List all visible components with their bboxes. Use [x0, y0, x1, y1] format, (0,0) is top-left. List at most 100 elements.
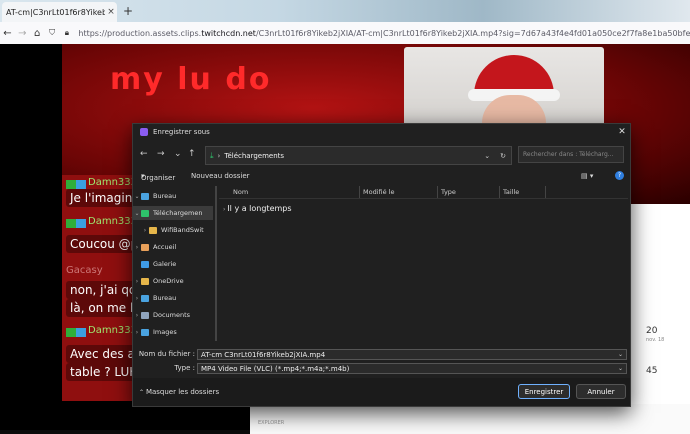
filename-field[interactable]: AT-cm C3nrLt01f6r8Yikeb2jXIA.mp4 ⌄	[197, 349, 627, 360]
folder-icon	[141, 277, 149, 285]
chevron-icon[interactable]: ›	[133, 329, 141, 336]
path-current: Téléchargements	[224, 151, 285, 160]
save-button[interactable]: Enregistrer	[518, 384, 570, 399]
sidebar-item-label: Images	[153, 328, 177, 336]
chevron-icon[interactable]: ›	[133, 278, 141, 285]
filename-value: AT-cm C3nrLt01f6r8Yikeb2jXIA.mp4	[201, 350, 326, 359]
chat-badge-icon	[66, 180, 86, 189]
column-size[interactable]: Taille	[503, 188, 519, 196]
folder-icon	[149, 226, 157, 234]
sidebar-item-downloads[interactable]: ⌄ Téléchargemen	[133, 206, 213, 220]
back-icon[interactable]: ←	[140, 149, 148, 159]
nav-sidebar: ⌄ Bureau ⌄ Téléchargemen › WifiBandSwit › Ac…	[133, 186, 214, 343]
desktop-icon	[141, 192, 149, 200]
column-modified[interactable]: Modifié le	[363, 188, 394, 196]
chevron-down-icon[interactable]: ⌄	[174, 149, 182, 159]
tab-close-icon[interactable]: ×	[105, 7, 117, 17]
sidebar-item[interactable]: › Documents	[133, 308, 213, 322]
sidebar-item[interactable]: › Bureau	[133, 291, 213, 305]
home-icon	[141, 243, 149, 251]
chevron-right-icon: ›	[217, 151, 221, 160]
app-icon	[140, 128, 148, 136]
dialog-footer: ⌃ Masquer les dossiers Enregistrer Annul…	[133, 378, 630, 406]
chat-badge-icon	[66, 328, 86, 337]
documents-icon	[141, 311, 149, 319]
new-tab-button[interactable]: +	[123, 4, 133, 18]
chevron-down-icon[interactable]: ⌄	[618, 351, 623, 358]
sidebar-item[interactable]: › Accueil	[133, 240, 213, 254]
column-name[interactable]: Nom	[233, 188, 248, 196]
desktop-icon	[141, 294, 149, 302]
help-icon[interactable]: ?	[615, 171, 624, 180]
cancel-button[interactable]: Annuler	[576, 384, 626, 399]
organize-menu[interactable]: Organiser ▾	[141, 172, 175, 182]
type-select[interactable]: MP4 Video File (VLC) (*.mp4;*.m4a;*.m4b)…	[197, 363, 627, 374]
dialog-titlebar: Enregistrer sous ✕	[133, 124, 630, 140]
new-folder-button[interactable]: Nouveau dossier	[191, 172, 250, 180]
back-icon[interactable]: ←	[0, 28, 15, 39]
type-value: MP4 Video File (VLC) (*.mp4;*.m4a;*.m4b)	[201, 364, 350, 373]
dialog-navrow: ← → ⌄ ↑ ⤓ › Téléchargements ⌄ ↻ Recherch…	[133, 142, 630, 168]
stat-value: 20	[646, 326, 658, 336]
filename-label: Nom du fichier :	[138, 350, 195, 358]
url-bar[interactable]: https://production.assets.clips.twitchcd…	[78, 29, 690, 38]
sidebar-item[interactable]: ⌄ Bureau	[133, 189, 213, 203]
home-icon[interactable]: ⌂	[30, 28, 45, 39]
path-bar[interactable]: ⤓ › Téléchargements ⌄ ↻	[205, 146, 512, 165]
chat-username: Gacasy	[66, 265, 103, 276]
hide-folders-toggle[interactable]: ⌃ Masquer les dossiers	[139, 388, 219, 396]
sidebar-item-label: Galerie	[153, 260, 177, 268]
sidebar-item-label: Documents	[153, 311, 191, 319]
url-prefix: https://production.assets.clips.	[78, 28, 202, 38]
chevron-icon[interactable]: ›	[141, 227, 149, 234]
url-rest: /C3nrLt01f6r8Yikeb2jXIA/AT-cm|C3nrLt01f6…	[255, 28, 690, 38]
refresh-icon[interactable]: ↻	[500, 152, 506, 160]
stat-value: 45	[646, 366, 658, 376]
chevron-down-icon[interactable]: ⌄	[484, 152, 490, 160]
dialog-title: Enregistrer sous	[153, 128, 210, 136]
browser-navbar: ← → ⌂ ⛉ 🔒︎ https://production.assets.cli…	[0, 22, 690, 45]
gallery-icon	[141, 260, 149, 268]
sidebar-scrollbar[interactable]	[215, 186, 217, 341]
dialog-toolbar: Organiser ▾ Nouveau dossier ▤ ▾ ?	[133, 170, 630, 184]
sidebar-item[interactable]: › OneDrive	[133, 274, 213, 288]
sidebar-item[interactable]: › Images	[133, 325, 213, 339]
sidebar-item-label: Bureau	[153, 192, 177, 200]
chevron-icon[interactable]: ⌄	[133, 210, 141, 217]
sidebar-item[interactable]: Galerie	[133, 257, 213, 271]
url-host: twitchcdn.net	[201, 28, 256, 38]
file-group[interactable]: › Il y a longtemps	[223, 204, 292, 213]
chevron-icon[interactable]: ⌄	[133, 193, 141, 200]
stream-logo: my lu do	[110, 62, 272, 97]
forward-icon[interactable]: →	[15, 28, 30, 39]
type-label: Type :	[174, 364, 195, 372]
shield-icon[interactable]: ⛉	[45, 28, 60, 38]
browser-tab[interactable]: AT-cm|C3nrLt01f6r8Yikeb2jXIA.mp4 ×	[2, 2, 117, 22]
chevron-icon[interactable]: ›	[133, 295, 141, 302]
column-headers: Nom Modifié le Type Taille	[219, 186, 628, 199]
chat-badge-icon	[66, 219, 86, 228]
column-type[interactable]: Type	[441, 188, 456, 196]
chevron-up-icon: ⌃	[139, 389, 146, 396]
lock-icon[interactable]: 🔒︎	[60, 28, 75, 38]
download-icon	[141, 209, 149, 217]
santa-hat	[468, 55, 560, 101]
right-panel: 20 nov. 18 45	[628, 204, 690, 430]
up-icon[interactable]: ↑	[188, 149, 196, 159]
sidebar-item[interactable]: › WifiBandSwit	[133, 223, 214, 237]
save-as-dialog: Enregistrer sous ✕ ← → ⌄ ↑ ⤓ › Télécharg…	[132, 123, 631, 407]
view-options-icon[interactable]: ▤ ▾	[581, 172, 593, 180]
browser-tabstrip: AT-cm|C3nrLt01f6r8Yikeb2jXIA.mp4 × +	[0, 0, 690, 22]
tab-title: AT-cm|C3nrLt01f6r8Yikeb2jXIA.mp4	[6, 7, 105, 17]
forward-icon[interactable]: →	[157, 149, 165, 159]
chevron-icon[interactable]: ›	[133, 312, 141, 319]
sidebar-item-label: Téléchargemen	[153, 209, 203, 217]
chevron-down-icon[interactable]: ⌄	[618, 365, 623, 372]
sidebar-item-label: Accueil	[153, 243, 177, 251]
close-icon[interactable]: ✕	[614, 127, 630, 137]
stat-date: nov. 18	[646, 337, 665, 343]
chevron-icon[interactable]: ›	[133, 244, 141, 251]
download-icon: ⤓	[210, 150, 214, 160]
images-icon	[141, 328, 149, 336]
search-input[interactable]: Rechercher dans : Télécharg...	[518, 146, 624, 163]
